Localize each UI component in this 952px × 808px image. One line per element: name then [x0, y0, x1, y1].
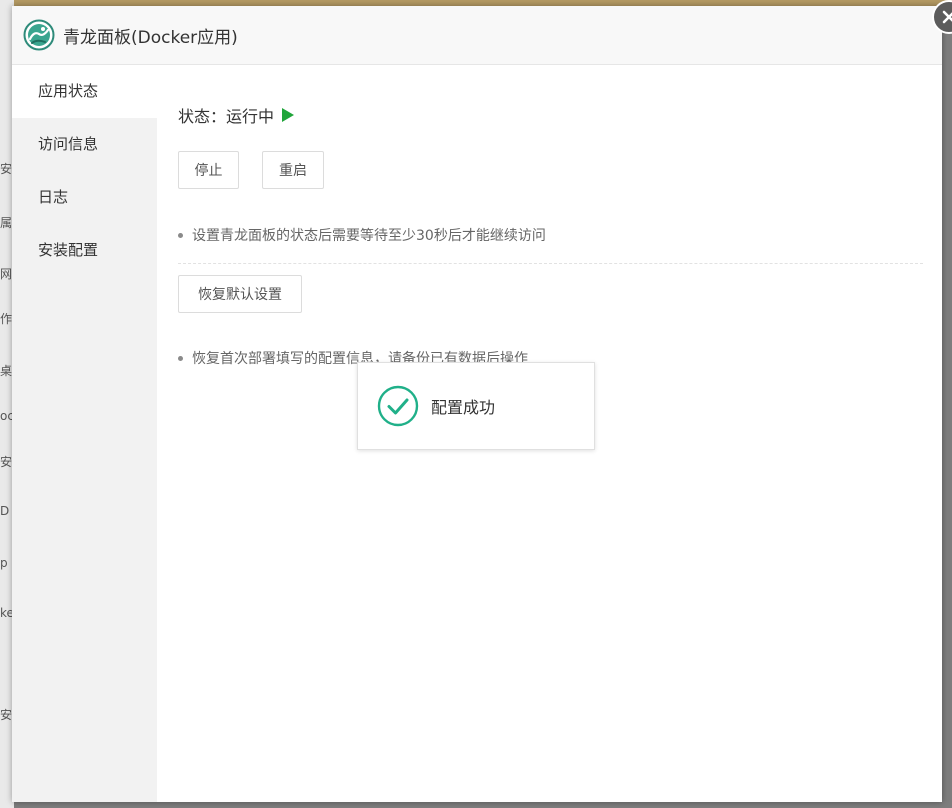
background-fragment: 安: [0, 162, 12, 176]
background-fragment: D: [0, 504, 10, 518]
dialog-header: 青龙面板(Docker应用): [12, 6, 942, 65]
play-icon: [282, 108, 295, 122]
bullet-icon: [178, 355, 183, 361]
wait-note-text: 设置青龙面板的状态后需要等待至少30秒后才能继续访问: [192, 228, 546, 244]
status-line: 状态： 运行中: [178, 103, 295, 127]
status-label: 状态：: [178, 107, 227, 126]
background-fragment: p: [0, 556, 8, 570]
status-value: 运行中: [226, 107, 275, 126]
background-fragment: oc: [0, 409, 12, 423]
restart-button[interactable]: 重启: [262, 151, 324, 189]
sidebar-item-access-info[interactable]: 访问信息: [12, 118, 157, 171]
sidebar-item-app-status[interactable]: 应用状态: [12, 65, 157, 118]
background-fragment: 作: [0, 312, 12, 326]
dialog-title: 青龙面板(Docker应用): [63, 27, 238, 48]
stop-button[interactable]: 停止: [178, 151, 239, 189]
sidebar: 应用状态 访问信息 日志 安装配置: [12, 65, 157, 802]
background-fragment: 桌: [0, 364, 12, 378]
bullet-icon: [178, 232, 183, 238]
background-fragment: 属: [0, 216, 12, 230]
sidebar-item-install-config[interactable]: 安装配置: [12, 224, 157, 277]
toast-message: 配置成功: [431, 398, 496, 417]
wait-note: 设置青龙面板的状态后需要等待至少30秒后才能继续访问: [178, 225, 546, 245]
background-fragment: 网: [0, 267, 12, 281]
background-fragment: 安: [0, 455, 12, 469]
qinglong-logo-icon: [23, 19, 55, 51]
sidebar-item-logs[interactable]: 日志: [12, 171, 157, 224]
divider: [178, 263, 923, 264]
success-toast: 配置成功: [357, 362, 595, 450]
background-fragment: ke: [0, 606, 12, 620]
restore-defaults-button[interactable]: 恢复默认设置: [178, 275, 302, 313]
close-icon: [942, 10, 952, 24]
check-circle-icon: [377, 385, 419, 427]
app-dialog: 青龙面板(Docker应用) 应用状态 访问信息 日志 安装配置 状态： 运行中…: [12, 0, 952, 802]
background-fragment: 安: [0, 708, 12, 722]
